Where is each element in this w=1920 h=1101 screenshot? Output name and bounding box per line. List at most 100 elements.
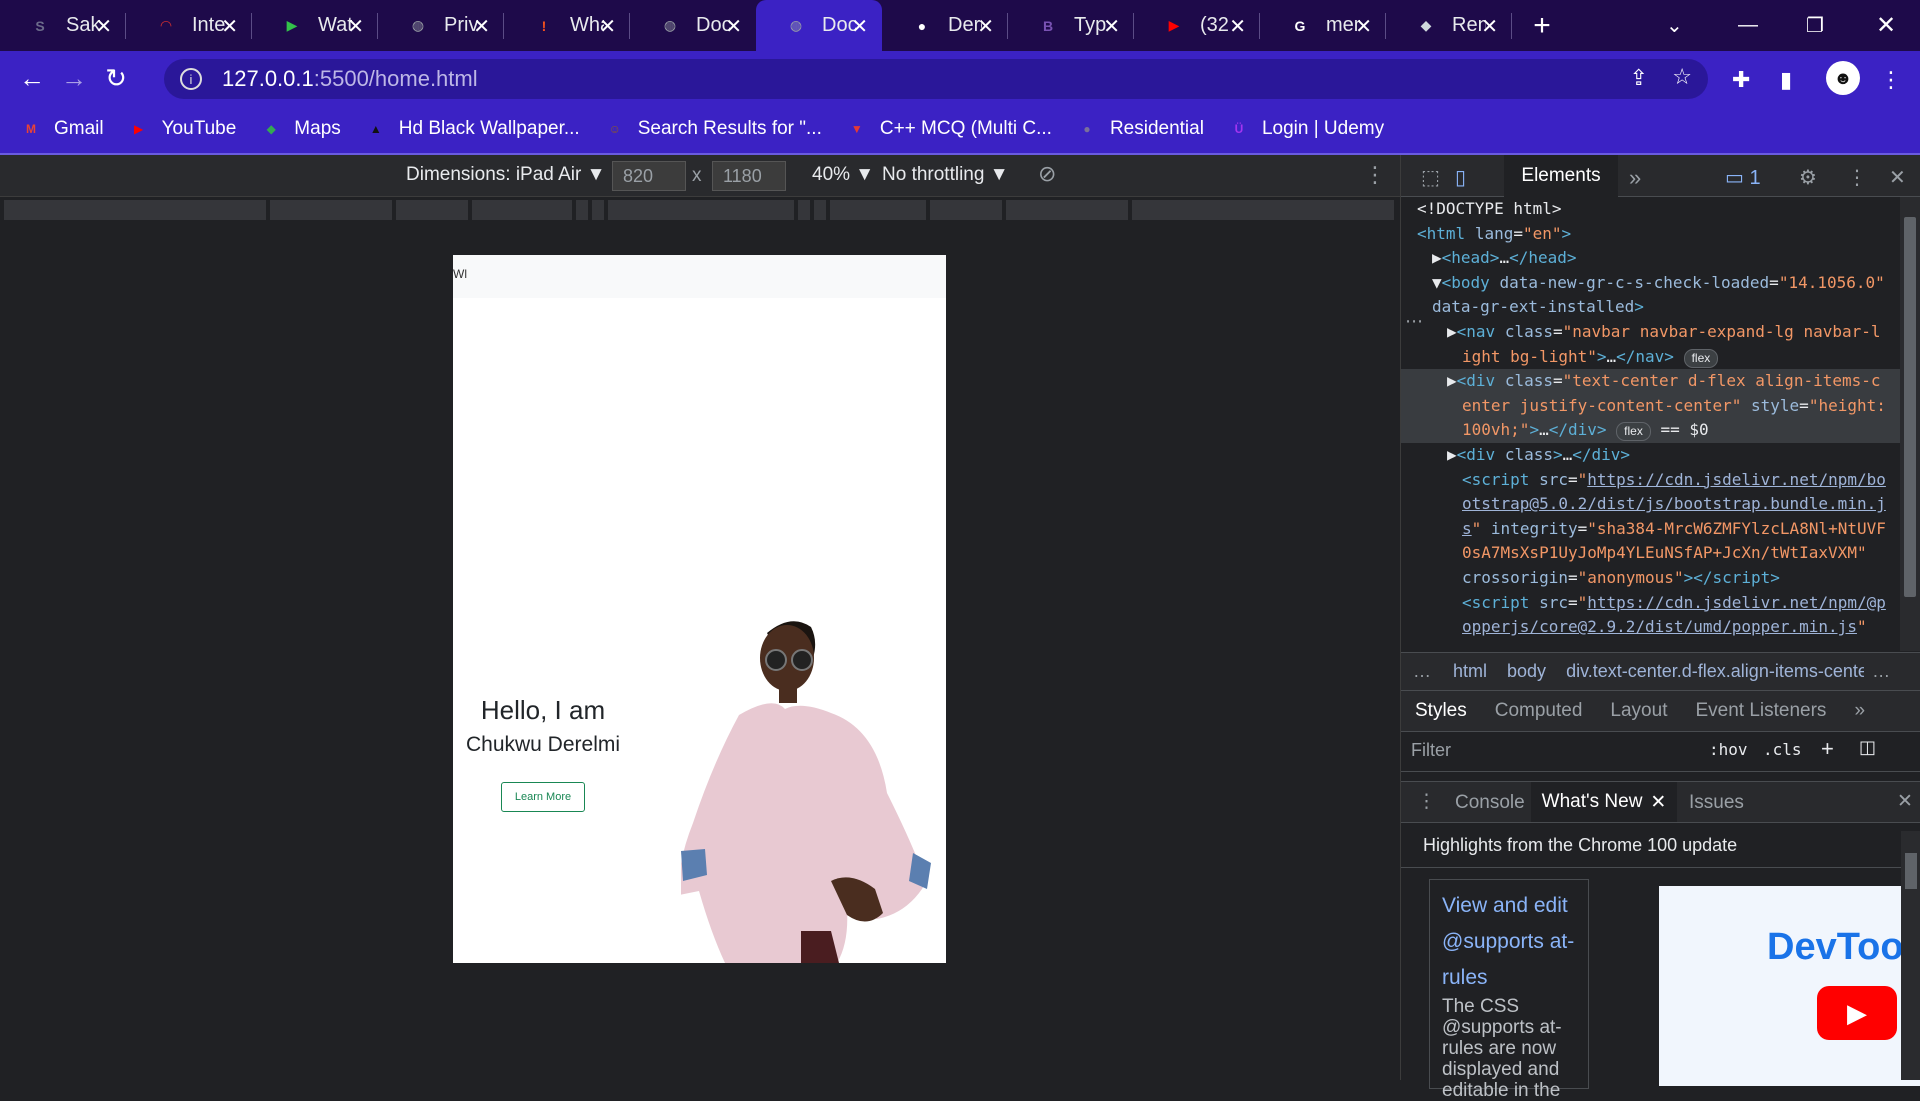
dom-node-line[interactable]: ight bg-light">…</nav> flex: [1401, 345, 1901, 370]
side-panel-icon[interactable]: ▮: [1780, 67, 1792, 93]
close-tab-icon[interactable]: ✕: [1481, 14, 1498, 39]
tab-whats-new[interactable]: What's New ✕: [1531, 782, 1677, 822]
card-title[interactable]: View and edit @supports at-rules: [1442, 888, 1588, 996]
crumb-div[interactable]: div.text-center.d-flex.align-items-cente: [1566, 661, 1864, 682]
address-bar[interactable]: i 127.0.0.1:5500/home.html ⇪ ☆: [164, 59, 1708, 99]
browser-tab[interactable]: ◍Document✕: [630, 0, 756, 51]
navbar-brand[interactable]: Wl: [453, 267, 467, 281]
bookmark-item[interactable]: ▶ YouTube: [128, 118, 236, 140]
issues-badge[interactable]: ▭ 1: [1725, 165, 1761, 190]
tab-event-listeners[interactable]: Event Listeners: [1695, 700, 1826, 722]
dom-tree-scrollbar[interactable]: [1900, 197, 1920, 651]
close-tab-icon[interactable]: ✕: [1229, 14, 1246, 39]
dom-node-line[interactable]: <script src="https://cdn.jsdelivr.net/np…: [1401, 591, 1901, 616]
media-query-segment[interactable]: [270, 200, 394, 220]
dom-node-line[interactable]: 0sA7MsXsP1UyJoMp4YLEuNSfAP+JcXn/tWtIaxVX…: [1401, 541, 1901, 566]
extensions-icon[interactable]: ✚: [1732, 67, 1750, 93]
media-query-segment[interactable]: [4, 200, 268, 220]
styles-filter-input[interactable]: Filter: [1411, 740, 1641, 761]
restore-icon[interactable]: ❐: [1806, 0, 1824, 51]
scrollbar-thumb[interactable]: [1905, 853, 1917, 889]
dom-tree[interactable]: <!DOCTYPE html> <html lang="en"> ▶<head>…<…: [1401, 197, 1901, 651]
dom-node-line[interactable]: crossorigin="anonymous"></script>: [1401, 566, 1901, 591]
drawer-menu-icon[interactable]: ⋮: [1417, 790, 1436, 813]
dom-node-line[interactable]: 100vh;">…</div> flex == $0: [1401, 418, 1901, 443]
browser-tab[interactable]: ◍Privacy✕: [378, 0, 504, 51]
media-query-segment[interactable]: [830, 200, 928, 220]
width-input[interactable]: 820: [612, 161, 686, 191]
browser-tab[interactable]: ◆ Ren ✕: [1386, 0, 1512, 51]
more-panes-icon[interactable]: »: [1854, 700, 1865, 722]
computed-sidebar-icon[interactable]: ◫: [1859, 737, 1876, 758]
close-tab-icon[interactable]: ✕: [221, 14, 238, 39]
close-tab-icon[interactable]: ✕: [977, 14, 994, 39]
media-query-segment[interactable]: [396, 200, 470, 220]
browser-tab[interactable]: !What✕: [504, 0, 630, 51]
rotate-icon[interactable]: ⊘: [1038, 161, 1056, 187]
promo-thumbnail[interactable]: DevToo ▶: [1659, 886, 1920, 1086]
tab-elements[interactable]: Elements: [1504, 155, 1618, 197]
forward-icon[interactable]: →: [54, 63, 94, 94]
tab-issues[interactable]: Issues: [1689, 792, 1744, 814]
minimize-icon[interactable]: —: [1738, 0, 1758, 51]
dom-node-line[interactable]: s" integrity="sha384-MrcW6ZMFYlzcLA8Nl+N…: [1401, 517, 1901, 542]
browser-tab[interactable]: ▶ (32 ✕: [1134, 0, 1260, 51]
dom-node-line[interactable]: ▼<body data-new-gr-c-s-check-loaded="14.…: [1401, 271, 1901, 296]
profile-avatar[interactable]: ☻: [1826, 61, 1860, 95]
dom-node-line[interactable]: ▶<div class="text-center d-flex align-it…: [1401, 369, 1901, 394]
dom-node-line[interactable]: otstrap@5.0.2/dist/js/bootstrap.bundle.m…: [1401, 492, 1901, 517]
crumbs-more-icon[interactable]: …: [1872, 661, 1890, 682]
close-drawer-icon[interactable]: ✕: [1897, 790, 1913, 813]
device-toggle-icon[interactable]: ▯: [1455, 165, 1466, 190]
media-query-segment[interactable]: [608, 200, 796, 220]
hov-toggle[interactable]: :hov: [1709, 740, 1748, 759]
zoom-dropdown[interactable]: 40% ▼: [812, 164, 874, 186]
device-toolbar-menu-icon[interactable]: ⋮: [1364, 162, 1386, 188]
ellipsis-icon[interactable]: ⋯: [1405, 311, 1423, 332]
close-tab-icon[interactable]: ✕: [1355, 14, 1372, 39]
close-tab-icon[interactable]: ✕: [725, 14, 742, 39]
learn-more-button[interactable]: Learn More: [501, 782, 585, 812]
tab-layout[interactable]: Layout: [1610, 700, 1667, 722]
close-tab-icon[interactable]: ✕: [1103, 14, 1120, 39]
media-query-segment[interactable]: [1006, 200, 1130, 220]
bookmark-item[interactable]: ◆ Maps: [260, 118, 341, 140]
more-tabs-icon[interactable]: »: [1629, 165, 1641, 191]
browser-tab[interactable]: Gmen ✕: [1260, 0, 1386, 51]
bookmark-item[interactable]: Ü Login | Udemy: [1228, 118, 1385, 140]
browser-tab[interactable]: ◍Document✕: [756, 0, 882, 51]
dom-node-line[interactable]: <!DOCTYPE html>: [1401, 197, 1901, 222]
close-tab-icon[interactable]: ✕: [95, 14, 112, 39]
media-query-segment[interactable]: [576, 200, 590, 220]
media-query-segment[interactable]: [1132, 200, 1396, 220]
bookmark-item[interactable]: ▼ C++ MCQ (Multi C...: [846, 118, 1052, 140]
tab-console[interactable]: Console: [1455, 792, 1525, 814]
crumb-html[interactable]: html: [1453, 661, 1487, 682]
close-tab-icon[interactable]: ✕: [1650, 791, 1666, 814]
menu-kebab-icon[interactable]: ⋮: [1880, 67, 1902, 93]
browser-tab[interactable]: ●Derelmi✕: [882, 0, 1008, 51]
inspect-element-icon[interactable]: ⬚: [1421, 165, 1440, 190]
media-query-segment[interactable]: [592, 200, 606, 220]
bookmark-item[interactable]: ● Residential: [1076, 118, 1204, 140]
feature-card[interactable]: View and edit @supports at-rules The CSS…: [1429, 879, 1589, 1101]
crumbs-ellipsis[interactable]: …: [1413, 661, 1431, 682]
bookmark-star-icon[interactable]: ☆: [1672, 64, 1692, 90]
back-icon[interactable]: ←: [12, 63, 52, 94]
dom-node-line[interactable]: ▶<nav class="navbar navbar-expand-lg nav…: [1401, 320, 1901, 345]
media-query-segment[interactable]: [472, 200, 574, 220]
media-query-segment[interactable]: [930, 200, 1004, 220]
tab-search-icon[interactable]: ⌄: [1666, 0, 1683, 51]
dom-node-line[interactable]: <script src="https://cdn.jsdelivr.net/np…: [1401, 468, 1901, 493]
settings-gear-icon[interactable]: ⚙: [1799, 165, 1817, 190]
throttling-dropdown[interactable]: No throttling ▼: [882, 164, 1009, 186]
media-query-segment[interactable]: [798, 200, 812, 220]
dom-node-line[interactable]: data-gr-ext-installed>: [1401, 295, 1901, 320]
dom-node-line[interactable]: opperjs/core@2.9.2/dist/umd/popper.min.j…: [1401, 615, 1901, 640]
tab-computed[interactable]: Computed: [1495, 700, 1583, 722]
bookmark-item[interactable]: ☺ Search Results for "...: [604, 118, 822, 140]
new-tab-icon[interactable]: +: [1512, 0, 1572, 51]
close-tab-icon[interactable]: ✕: [347, 14, 364, 39]
scrollbar-thumb[interactable]: [1904, 217, 1916, 597]
share-icon[interactable]: ⇪: [1630, 65, 1648, 91]
